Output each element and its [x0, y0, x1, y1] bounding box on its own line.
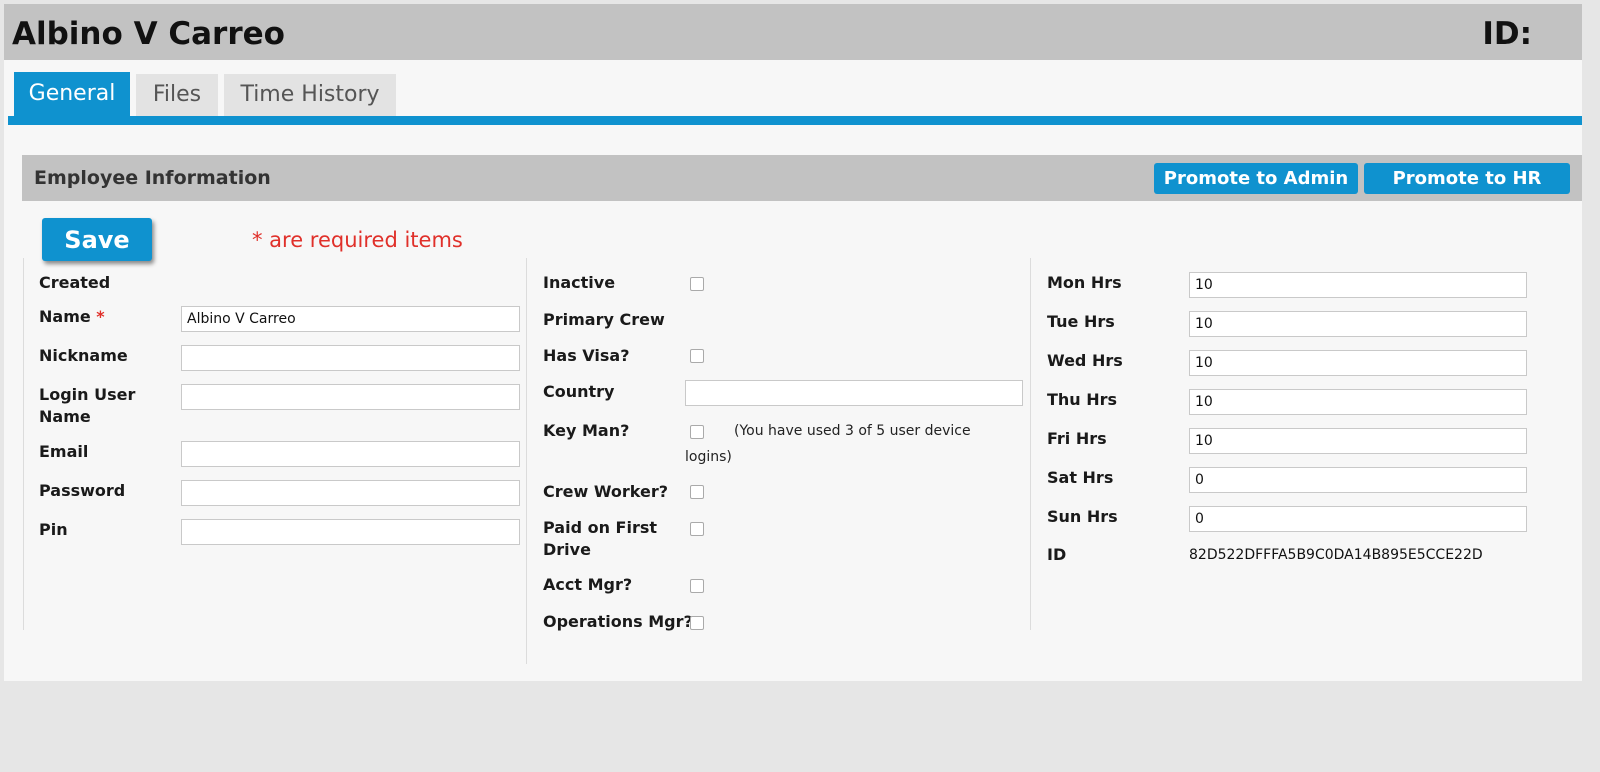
fri-hrs-input[interactable]	[1189, 428, 1527, 454]
id-value: 82D522DFFFA5B9C0DA14B895E5CCE22D	[1189, 547, 1483, 563]
employee-panel: Albino V Carreo ID: General Files Time H…	[4, 4, 1582, 681]
email-input[interactable]	[181, 441, 520, 467]
login-label-line2: Name	[39, 407, 91, 426]
login-label-line1: Login User	[39, 385, 136, 404]
mon-hrs-label: Mon Hrs	[1047, 273, 1122, 292]
key-man-label: Key Man?	[543, 421, 630, 440]
sun-hrs-label: Sun Hrs	[1047, 507, 1118, 526]
primary-crew-label: Primary Crew	[543, 310, 665, 329]
fri-hrs-label: Fri Hrs	[1047, 429, 1107, 448]
inactive-checkbox[interactable]	[690, 277, 704, 291]
paid-on-first-drive-checkbox[interactable]	[690, 522, 704, 536]
email-label: Email	[39, 442, 89, 461]
crew-worker-label: Crew Worker?	[543, 482, 669, 501]
pin-label: Pin	[39, 520, 68, 539]
id-title-label: ID:	[1482, 16, 1532, 52]
tab-time-history[interactable]: Time History	[224, 74, 396, 116]
tab-files[interactable]: Files	[136, 74, 218, 116]
id-label: ID	[1047, 545, 1067, 564]
device-logins-note-line2: logins)	[685, 449, 732, 465]
name-label: Name *	[39, 306, 105, 328]
paid-label-line1: Paid on First	[543, 518, 658, 537]
login-user-name-input[interactable]	[181, 384, 520, 410]
required-star: *	[96, 307, 105, 326]
country-input[interactable]	[685, 380, 1023, 406]
has-visa-label: Has Visa?	[543, 346, 630, 365]
promote-to-hr-button[interactable]: Promote to HR	[1364, 163, 1570, 194]
section-title: Employee Information	[34, 167, 271, 189]
employee-name-title: Albino V Carreo	[12, 16, 285, 52]
crew-worker-checkbox[interactable]	[690, 485, 704, 499]
nickname-input[interactable]	[181, 345, 520, 371]
operations-mgr-checkbox[interactable]	[690, 616, 704, 630]
sun-hrs-input[interactable]	[1189, 506, 1527, 532]
paid-on-first-drive-label: Paid on First Drive	[543, 517, 657, 561]
device-logins-note-line1: (You have used 3 of 5 user device	[734, 423, 971, 439]
has-visa-checkbox[interactable]	[690, 349, 704, 363]
mon-hrs-input[interactable]	[1189, 272, 1527, 298]
sat-hrs-label: Sat Hrs	[1047, 468, 1114, 487]
created-label: Created	[39, 273, 111, 292]
nickname-label: Nickname	[39, 346, 128, 365]
save-button[interactable]: Save	[42, 218, 152, 261]
title-bar: Albino V Carreo ID:	[4, 4, 1582, 60]
acct-mgr-label: Acct Mgr?	[543, 575, 633, 594]
tue-hrs-label: Tue Hrs	[1047, 312, 1115, 331]
inactive-label: Inactive	[543, 273, 616, 292]
country-label: Country	[543, 382, 615, 401]
password-label: Password	[39, 481, 126, 500]
section-header: Employee Information Promote to Admin Pr…	[22, 155, 1582, 201]
required-items-note: * are required items	[252, 228, 463, 252]
promote-to-admin-button[interactable]: Promote to Admin	[1154, 163, 1358, 194]
wed-hrs-input[interactable]	[1189, 350, 1527, 376]
key-man-checkbox[interactable]	[690, 425, 704, 439]
operations-mgr-label: Operations Mgr?	[543, 612, 693, 631]
tue-hrs-input[interactable]	[1189, 311, 1527, 337]
name-label-text: Name	[39, 307, 91, 326]
wed-hrs-label: Wed Hrs	[1047, 351, 1123, 370]
name-input[interactable]	[181, 306, 520, 332]
thu-hrs-input[interactable]	[1189, 389, 1527, 415]
thu-hrs-label: Thu Hrs	[1047, 390, 1118, 409]
acct-mgr-checkbox[interactable]	[690, 579, 704, 593]
password-input[interactable]	[181, 480, 520, 506]
column-divider-middle	[526, 258, 527, 664]
sat-hrs-input[interactable]	[1189, 467, 1527, 493]
paid-label-line2: Drive	[543, 540, 591, 559]
pin-input[interactable]	[181, 519, 520, 545]
tab-underline	[8, 116, 1582, 125]
login-user-name-label: Login User Name	[39, 384, 135, 428]
column-divider-right	[1030, 258, 1031, 630]
tab-general[interactable]: General	[14, 72, 130, 116]
column-divider-left	[23, 258, 24, 630]
